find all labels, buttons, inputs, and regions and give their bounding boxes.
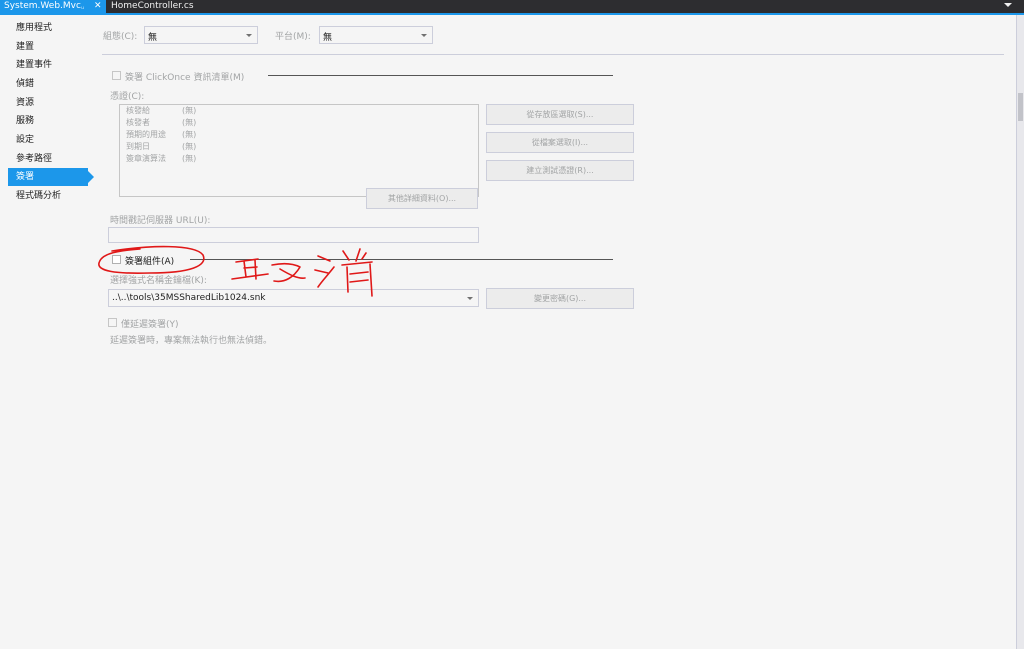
delay-sign-checkbox[interactable] — [108, 318, 117, 327]
chevron-down-icon[interactable] — [1004, 3, 1012, 7]
chevron-down-icon — [246, 34, 252, 37]
sidebar-item-label: 應用程式 — [16, 23, 53, 33]
timestamp-server-input[interactable] — [108, 227, 479, 243]
sidebar-item-debug[interactable]: 偵錯 — [8, 75, 88, 93]
tab-label: HomeController.cs — [111, 1, 194, 11]
field-key: 預期的用途 — [126, 130, 166, 139]
select-from-store-button[interactable]: 從存放區選取(S)... — [486, 104, 634, 125]
chevron-down-icon — [467, 297, 473, 300]
sidebar-item-label: 簽署 — [16, 172, 35, 182]
tab-home-controller[interactable]: HomeController.cs — [107, 0, 227, 13]
key-file-label: 選擇強式名稱金鑰檔(K): — [110, 276, 207, 286]
timestamp-server-label: 時間戳記伺服器 URL(U): — [110, 216, 211, 226]
sign-clickonce-checkbox[interactable] — [112, 71, 121, 80]
header-divider — [102, 54, 1004, 55]
document-tab-strip: System.Web.Mvc ᵤ ✕ HomeController.cs — [0, 0, 1024, 13]
configuration-label: 組態(C): — [103, 32, 138, 42]
pin-icon[interactable]: ᵤ — [81, 0, 84, 13]
annotation-scribble-3 — [314, 255, 335, 288]
delay-sign-label: 僅延遲簽署(Y) — [121, 320, 179, 330]
selected-arrow-icon — [88, 171, 94, 183]
more-details-button[interactable]: 其他詳細資料(O)... — [366, 188, 478, 209]
sidebar-item-label: 設定 — [16, 135, 35, 145]
chevron-down-icon — [421, 34, 427, 37]
sidebar-item-signing[interactable]: 簽署 — [8, 168, 94, 186]
scrollbar-thumb[interactable] — [1018, 93, 1023, 121]
sidebar-item-label: 資源 — [16, 98, 35, 108]
select-from-file-button[interactable]: 從檔案選取(I)... — [486, 132, 634, 153]
sign-clickonce-label: 簽署 ClickOnce 資訊清單(M) — [125, 73, 245, 83]
properties-sidebar: 應用程式 建置 建置事件 偵錯 資源 服務 設定 參考路徑 簽署 程式碼分析 — [0, 15, 94, 649]
platform-dropdown[interactable]: 無 — [319, 26, 433, 44]
annotation-scribble-2 — [271, 262, 306, 283]
sign-assembly-label: 簽署組件(A) — [125, 257, 175, 267]
sidebar-item-label: 建置事件 — [16, 60, 53, 70]
sidebar-item-reference-paths[interactable]: 參考路徑 — [8, 150, 88, 168]
sidebar-item-label: 參考路徑 — [16, 154, 53, 164]
project-properties-page: 應用程式 建置 建置事件 偵錯 資源 服務 設定 參考路徑 簽署 程式碼分析 組… — [0, 15, 1016, 649]
sidebar-item-label: 偵錯 — [16, 79, 35, 89]
field-value: (無) — [182, 106, 197, 115]
key-file-dropdown[interactable]: ..\..\tools\35MSSharedLib1024.snk — [108, 289, 479, 307]
sidebar-item-code-analysis[interactable]: 程式碼分析 — [8, 187, 88, 205]
sidebar-item-label: 程式碼分析 — [16, 191, 62, 201]
sidebar-item-services[interactable]: 服務 — [8, 112, 88, 130]
delay-sign-note: 延遲簽署時，專案無法執行也無法偵錯。 — [110, 336, 273, 346]
create-test-certificate-button[interactable]: 建立測試憑證(R)... — [486, 160, 634, 181]
configuration-dropdown[interactable]: 無 — [144, 26, 258, 44]
sidebar-item-build[interactable]: 建置 — [8, 38, 88, 56]
sidebar-item-label: 服務 — [16, 116, 35, 126]
sign-assembly-checkbox[interactable] — [112, 255, 121, 264]
assembly-divider — [190, 259, 613, 260]
sidebar-item-settings[interactable]: 設定 — [8, 131, 88, 149]
field-value: (無) — [182, 118, 197, 127]
vertical-scrollbar[interactable] — [1016, 15, 1024, 649]
key-file-value: ..\..\tools\35MSSharedLib1024.snk — [112, 293, 266, 303]
field-value: (無) — [182, 130, 197, 139]
platform-label: 平台(M): — [275, 32, 311, 42]
clickonce-divider — [268, 75, 613, 76]
field-key: 到期日 — [126, 142, 150, 151]
annotation-scribble-1 — [231, 258, 269, 280]
field-value: (無) — [182, 154, 197, 163]
field-key: 核發給 — [126, 106, 150, 115]
close-icon[interactable]: ✕ — [94, 0, 102, 13]
configuration-value: 無 — [148, 33, 158, 43]
certificate-label: 憑證(C): — [110, 92, 145, 102]
sidebar-item-resources[interactable]: 資源 — [8, 94, 88, 112]
sidebar-item-build-events[interactable]: 建置事件 — [8, 56, 88, 74]
field-key: 簽章演算法 — [126, 154, 166, 163]
sidebar-item-label: 建置 — [16, 42, 35, 52]
tab-system-web-mvc[interactable]: System.Web.Mvc ᵤ ✕ — [0, 0, 106, 13]
change-password-button[interactable]: 變更密碼(G)... — [486, 288, 634, 309]
tab-label: System.Web.Mvc — [4, 1, 81, 11]
sidebar-item-application[interactable]: 應用程式 — [8, 19, 88, 37]
certificate-details-box: 核發給 (無) 核發者 (無) 預期的用途 (無) 到期日 (無) 簽章演算法 (無) — [119, 104, 479, 197]
field-value: (無) — [182, 142, 197, 151]
field-key: 核發者 — [126, 118, 150, 127]
platform-value: 無 — [323, 33, 333, 43]
